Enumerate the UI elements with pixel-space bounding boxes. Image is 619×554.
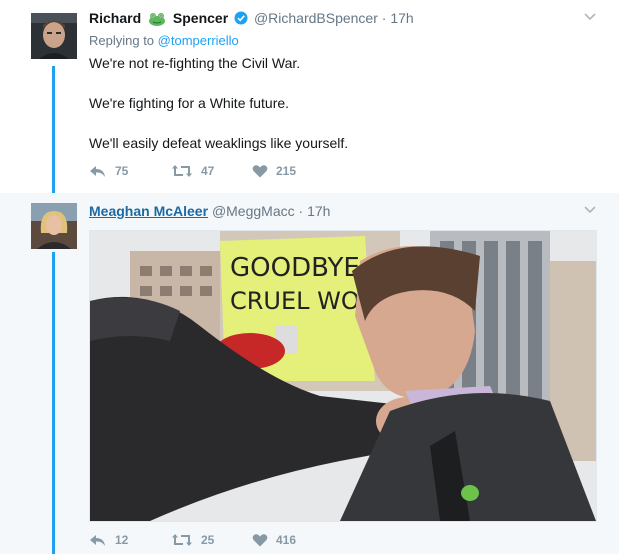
separator-dot: · — [298, 203, 304, 219]
separator-dot: · — [381, 10, 387, 26]
retweet-count: 47 — [201, 164, 215, 178]
verified-badge-icon — [234, 11, 248, 28]
replying-to-link[interactable]: @tomperriello — [158, 33, 239, 48]
reply-icon — [90, 166, 105, 177]
chevron-down-icon[interactable] — [583, 10, 597, 24]
heart-icon — [252, 534, 268, 547]
retweet-button[interactable]: 47 — [171, 164, 214, 178]
tweet-richard-spencer[interactable]: Richard Spencer @RichardBSpencer · 17h R… — [0, 0, 619, 193]
like-button[interactable]: 215 — [252, 164, 296, 178]
tweet-media-image[interactable]: GOODBYE CRUEL WOR — [89, 230, 597, 522]
replying-to: Replying to @tomperriello — [89, 33, 239, 48]
thread-line — [52, 252, 55, 554]
tweet-header: Richard Spencer @RichardBSpencer · 17h — [89, 10, 414, 29]
chevron-down-icon[interactable] — [583, 203, 597, 217]
thread-line — [52, 66, 55, 193]
display-name-first[interactable]: Richard — [89, 10, 141, 26]
avatar-meaghan-mcaleer[interactable] — [31, 203, 77, 249]
media-photo: GOODBYE CRUEL WOR — [90, 231, 596, 521]
retweet-button[interactable]: 25 — [171, 533, 214, 547]
retweet-icon — [172, 165, 192, 177]
timestamp[interactable]: 17h — [307, 203, 330, 219]
reply-count: 12 — [115, 533, 129, 547]
display-name[interactable]: Meaghan McAleer — [89, 203, 208, 219]
tweet-text-line-2: We're fighting for a White future. — [89, 95, 290, 111]
user-handle[interactable]: @MeggMacc — [212, 203, 295, 219]
green-frog-icon — [148, 12, 166, 29]
replying-to-label: Replying to — [89, 33, 155, 48]
like-button[interactable]: 416 — [252, 533, 296, 547]
retweet-count: 25 — [201, 533, 215, 547]
tweet-header: Meaghan McAleer @MeggMacc · 17h — [89, 203, 330, 219]
like-count: 416 — [276, 533, 297, 547]
reply-count: 75 — [115, 164, 129, 178]
timestamp[interactable]: 17h — [390, 10, 413, 26]
tweet-text-line-1: We're not re-fighting the Civil War. — [89, 55, 301, 71]
reply-button[interactable]: 12 — [89, 533, 128, 547]
sign-text-1: GOODBYE — [230, 253, 360, 283]
avatar-richard-spencer[interactable] — [31, 13, 77, 59]
user-handle[interactable]: @RichardBSpencer — [254, 10, 378, 26]
like-count: 215 — [276, 164, 297, 178]
reply-button[interactable]: 75 — [89, 164, 128, 178]
reply-icon — [90, 535, 105, 546]
heart-icon — [252, 165, 268, 178]
display-name-last[interactable]: Spencer — [173, 10, 228, 26]
sign-text-2: CRUEL WOR — [230, 287, 376, 315]
retweet-icon — [172, 534, 192, 546]
tweet-text-line-3: We'll easily defeat weaklings like yours… — [89, 135, 349, 151]
